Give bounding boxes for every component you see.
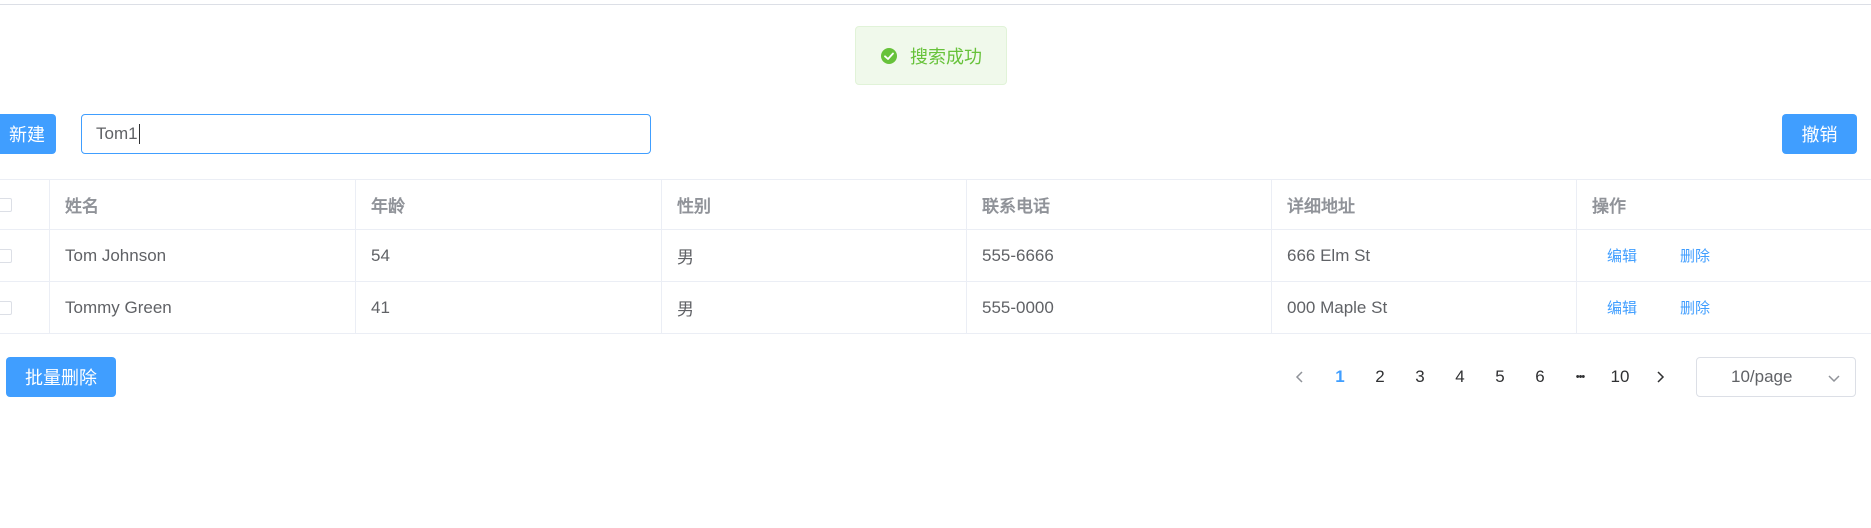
row-checkbox[interactable] [0, 248, 12, 263]
delete-link[interactable]: 删除 [1680, 245, 1710, 266]
cell-gender: 男 [661, 230, 966, 281]
success-check-icon [881, 47, 897, 64]
search-input-value: Tom1 [96, 124, 138, 143]
table-row: Tom Johnson 54 男 555-6666 666 Elm St 编辑 … [0, 230, 1871, 282]
more-pages-ellipsis[interactable]: ••• [1560, 371, 1600, 383]
search-input[interactable]: Tom1 [81, 114, 651, 154]
cancel-button[interactable]: 撤销 [1782, 114, 1857, 154]
cell-phone: 555-6666 [966, 230, 1271, 281]
next-page-button[interactable] [1640, 370, 1680, 384]
header-gender[interactable]: 性别 [661, 180, 966, 229]
page-5[interactable]: 5 [1480, 367, 1520, 387]
row-select-cell [0, 230, 49, 281]
cell-phone: 555-0000 [966, 282, 1271, 333]
cell-gender: 男 [661, 282, 966, 333]
cell-address: 666 Elm St [1271, 230, 1576, 281]
page-6[interactable]: 6 [1520, 367, 1560, 387]
text-caret [138, 124, 140, 144]
cell-name: Tommy Green [49, 282, 355, 333]
page-size-select[interactable]: 10/page [1696, 357, 1856, 397]
header-name[interactable]: 姓名 [49, 180, 355, 229]
edit-link[interactable]: 编辑 [1607, 245, 1637, 266]
chevron-right-icon [1657, 371, 1665, 383]
success-toast: 搜索成功 [855, 26, 1007, 85]
top-divider [0, 4, 1871, 5]
toast-message: 搜索成功 [910, 46, 982, 67]
page-4[interactable]: 4 [1440, 367, 1480, 387]
table-header-row: 姓名 年龄 性别 联系电话 详细地址 操作 [0, 179, 1871, 230]
chevron-left-icon [1295, 371, 1303, 383]
cell-address: 000 Maple St [1271, 282, 1576, 333]
prev-page-button[interactable] [1280, 370, 1320, 384]
row-select-cell [0, 282, 49, 333]
cell-name: Tom Johnson [49, 230, 355, 281]
cell-age: 41 [355, 282, 661, 333]
new-button[interactable]: 新建 [0, 114, 56, 154]
header-phone[interactable]: 联系电话 [966, 180, 1271, 229]
select-all-cell [0, 180, 49, 229]
delete-link[interactable]: 删除 [1680, 297, 1710, 318]
data-table: 姓名 年龄 性别 联系电话 详细地址 操作 Tom Johnson 54 男 5… [0, 179, 1871, 334]
page-1[interactable]: 1 [1320, 367, 1360, 387]
chevron-down-icon [1828, 375, 1840, 383]
edit-link[interactable]: 编辑 [1607, 297, 1637, 318]
row-checkbox[interactable] [0, 300, 12, 315]
cell-actions: 编辑 删除 [1576, 282, 1871, 333]
cell-age: 54 [355, 230, 661, 281]
batch-delete-button[interactable]: 批量删除 [6, 357, 116, 397]
header-actions: 操作 [1576, 180, 1871, 229]
header-age[interactable]: 年龄 [355, 180, 661, 229]
table-row: Tommy Green 41 男 555-0000 000 Maple St 编… [0, 282, 1871, 334]
page-2[interactable]: 2 [1360, 367, 1400, 387]
page: 搜索成功 新建 Tom1 撤销 姓名 年龄 性别 联系电话 详细地址 操作 To… [0, 0, 1871, 528]
page-10[interactable]: 10 [1600, 367, 1640, 387]
page-size-value: 10/page [1731, 367, 1793, 386]
cell-actions: 编辑 删除 [1576, 230, 1871, 281]
page-3[interactable]: 3 [1400, 367, 1440, 387]
pagination: 1 2 3 4 5 6 ••• 10 [1280, 357, 1680, 397]
header-address[interactable]: 详细地址 [1271, 180, 1576, 229]
select-all-checkbox[interactable] [0, 197, 12, 212]
